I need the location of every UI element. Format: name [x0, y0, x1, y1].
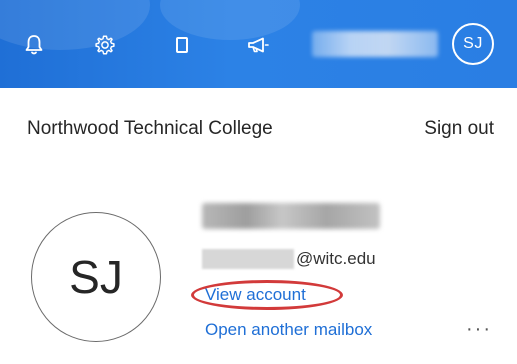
whats-new-button[interactable] [241, 30, 275, 60]
mobile-app-button[interactable] [165, 30, 199, 60]
organization-name: Northwood Technical College [27, 118, 273, 139]
redacted-display-name [202, 203, 380, 229]
megaphone-icon [248, 37, 269, 53]
top-bar: SJ [0, 0, 517, 88]
mobile-icon [176, 37, 188, 53]
bell-icon [25, 35, 43, 55]
gear-icon [95, 35, 115, 55]
sign-out-link[interactable]: Sign out [424, 118, 494, 140]
email-address: @witc.edu [202, 248, 376, 270]
profile-avatar: SJ [31, 212, 161, 342]
open-another-mailbox-link[interactable]: Open another mailbox [205, 320, 372, 340]
redacted-user-name [312, 31, 438, 57]
email-domain: @witc.edu [296, 249, 376, 268]
account-avatar-button[interactable]: SJ [452, 23, 494, 65]
more-options-button[interactable]: ··· [466, 318, 492, 341]
redacted-email-user [202, 249, 294, 269]
settings-button[interactable] [88, 30, 122, 60]
view-account-link[interactable]: View account [205, 285, 306, 305]
notifications-button[interactable] [17, 30, 51, 60]
